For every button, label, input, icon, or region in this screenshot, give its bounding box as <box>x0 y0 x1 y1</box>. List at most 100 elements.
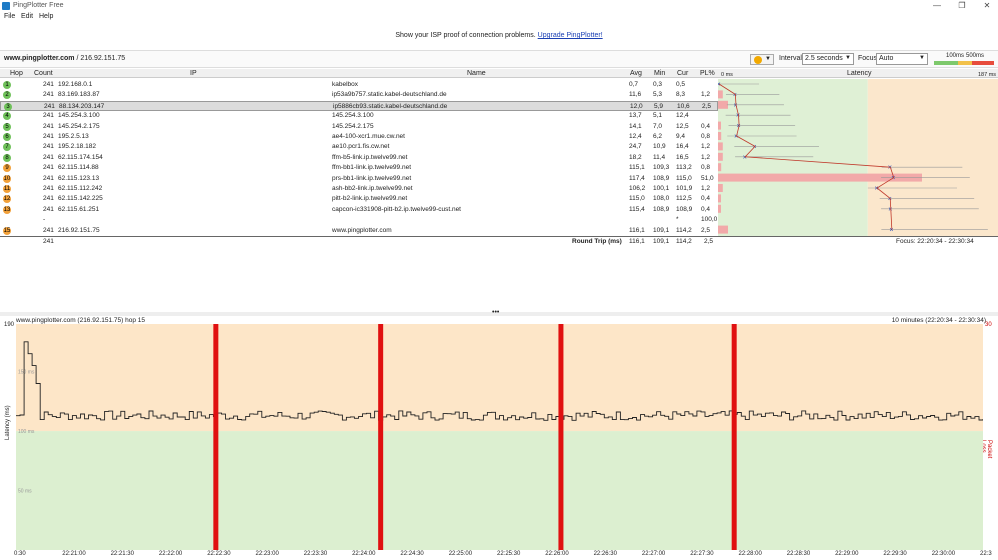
x-tick-label: 22:30:00 <box>931 551 956 557</box>
latency-svg: ×××××××××××××× <box>717 79 998 236</box>
cell-avg: 117,4 <box>629 174 645 182</box>
cell-cur: 16,5 <box>676 153 689 161</box>
legend-yellow <box>958 61 972 65</box>
cell-count: 241 <box>43 91 54 99</box>
table-row[interactable]: 9 241 62.115.114.88 ffm-bb1-link.ip.twelve9… <box>0 163 718 173</box>
col-count[interactable]: Count <box>34 70 53 77</box>
maximize-button[interactable]: ❐ <box>955 1 969 11</box>
cell-ip: 62.115.61.251 <box>58 205 100 213</box>
packet-loss-bar <box>558 324 564 550</box>
minimize-button[interactable]: — <box>930 1 944 11</box>
x-tick-label: 22:24:00 <box>352 551 376 557</box>
cell-pl: 0,4 <box>701 195 711 203</box>
cell-ip: 62.115.123.13 <box>58 174 100 182</box>
table-row[interactable]: 7 241 195.2.18.182 ae10.pcr1.fis.cw.net 24,7… <box>0 142 718 152</box>
table-row[interactable]: 11 241 62.115.112.242 ash-bb2-link.ip.twelv… <box>0 184 718 194</box>
col-hop[interactable]: Hop <box>10 70 23 77</box>
table-row[interactable]: 3 241 88.134.203.147 ip5886cb93.static.kabe… <box>0 100 718 111</box>
cell-avg: 115,0 <box>629 195 645 203</box>
cell-name: ash-bb2-link.ip.twelve99.net <box>332 185 413 192</box>
table-row[interactable]: 4 241 145.254.3.100 145.254.3.100 13,7 5,1 12,… <box>0 111 718 121</box>
col-pl[interactable]: PL% <box>700 70 715 77</box>
hop-badge: 11 <box>3 185 11 193</box>
cell-name: ffm-b5-link.ip.twelve99.net <box>332 153 408 161</box>
upgrade-link[interactable]: Upgrade PingPlotter! <box>538 32 603 39</box>
rt-count: 241 <box>43 238 54 245</box>
x-tick-label: 22:27:30 <box>690 551 714 557</box>
focus-select[interactable]: Auto ▼ <box>876 53 928 65</box>
interval-select[interactable]: 2.5 seconds ▼ <box>802 53 854 65</box>
roundtrip-row: 241 Round Trip (ms) 116,1 109,1 114,2 2,… <box>0 236 998 245</box>
cell-pl: 51,0 <box>701 174 714 182</box>
hop-badge: 3 <box>4 102 12 111</box>
cell-ip: 62.115.114.88 <box>58 164 99 172</box>
loss-axis-max: 30 <box>985 322 992 328</box>
table-row[interactable]: 8 241 62.115.174.154 ffm-b5-link.ip.twelve9… <box>0 153 718 163</box>
cell-avg: 12,0 <box>630 102 643 110</box>
pane-splitter[interactable]: ••• <box>0 309 998 316</box>
col-min[interactable]: Min <box>654 70 665 77</box>
menu-edit[interactable]: Edit <box>21 13 33 20</box>
table-row[interactable]: 5 241 145.254.2.175 145.254.2.175 14,1 7,0 12,… <box>0 122 718 132</box>
packet-loss-bar <box>378 324 384 550</box>
pause-button[interactable]: ▼ <box>750 54 774 65</box>
y-axis-label: Latency (ms) <box>5 405 11 440</box>
x-tick-label: 22:25:30 <box>497 551 521 557</box>
x-tick-label: 22:29:00 <box>835 551 859 557</box>
cell-count: 241 <box>43 81 54 88</box>
rt-min: 109,1 <box>653 238 670 245</box>
table-row[interactable]: 6 241 195.2.5.13 ae4-100-xcr1.mue.cw.net 12,… <box>0 132 718 142</box>
col-cur[interactable]: Cur <box>677 70 688 77</box>
x-tick-label: 22:28:30 <box>786 551 811 557</box>
menu-file[interactable]: File <box>4 13 15 20</box>
x-tick-label: 22:26:30 <box>593 551 617 557</box>
cell-ip: 62.115.174.154 <box>58 153 103 161</box>
hop-badge: 6 <box>3 133 11 141</box>
legend-100ms: 100ms <box>946 53 965 59</box>
cell-count: 241 <box>43 226 54 234</box>
cell-name: kabelbox <box>332 81 359 88</box>
rt-focus: Focus: 22:20:34 - 22:30:34 <box>896 238 974 245</box>
cell-ip: 145.254.3.100 <box>58 112 100 120</box>
table-row[interactable]: 10 241 62.115.123.13 prs-bb1-link.ip.twelve… <box>0 174 718 184</box>
col-ip[interactable]: IP <box>190 70 197 77</box>
close-button[interactable]: ✕ <box>980 1 994 11</box>
cell-min: 0,3 <box>653 81 663 88</box>
table-row[interactable]: 15 241 216.92.151.75 www.pingplotter.com 116… <box>0 226 718 236</box>
cell-cur: 112,5 <box>676 195 692 203</box>
table-row[interactable]: 2 241 83.169.183.87 ip53a9b757.static.kabel… <box>0 90 718 100</box>
hop-badge: 4 <box>3 112 11 121</box>
cell-avg: 106,2 <box>629 185 646 192</box>
cell-cur: 12,5 <box>676 122 689 130</box>
y-grid-label: 50 ms <box>18 489 32 495</box>
cell-cur: 0,5 <box>676 81 686 88</box>
table-row[interactable]: 1 241 192.168.0.1 kabelbox 0,7 0,3 0,5 <box>0 80 718 90</box>
col-avg[interactable]: Avg <box>630 70 642 77</box>
cell-cur: 8,3 <box>676 91 686 99</box>
col-name[interactable]: Name <box>467 70 486 77</box>
cell-cur: 115,0 <box>676 174 692 182</box>
table-row[interactable]: - * 100,0 <box>0 215 718 225</box>
chevron-down-icon: ▼ <box>765 56 771 62</box>
cell-avg: 11,6 <box>629 91 642 99</box>
cell-ip: 195.2.5.13 <box>58 133 89 140</box>
splitter-grip-icon: ••• <box>492 309 500 316</box>
cell-cur: 113,2 <box>676 164 692 172</box>
table-row[interactable]: 12 241 62.115.142.225 pitt-b2-link.ip.twelv… <box>0 194 718 204</box>
menu-help[interactable]: Help <box>39 13 53 20</box>
x-tick-label: 22:22:00 <box>158 551 183 557</box>
rt-label: Round Trip (ms) <box>572 238 622 245</box>
cell-count: 241 <box>43 195 54 203</box>
hop-badge: 13 <box>3 205 11 214</box>
cell-count: 241 <box>43 153 54 161</box>
cell-count: 241 <box>43 164 54 172</box>
table-row[interactable]: 13 241 62.115.61.251 capcon-ic331908-pitt-b… <box>0 205 718 215</box>
cell-pl: 1,2 <box>701 153 711 161</box>
chevron-down-icon: ▼ <box>845 55 851 61</box>
target-host: www.pingplotter.com <box>4 55 75 62</box>
cell-min: 109,1 <box>653 226 670 234</box>
col-latency[interactable]: Latency <box>847 70 872 77</box>
hop-badge: 9 <box>3 164 11 173</box>
cell-avg: 18,2 <box>629 153 642 161</box>
cell-avg: 116,1 <box>629 226 645 234</box>
